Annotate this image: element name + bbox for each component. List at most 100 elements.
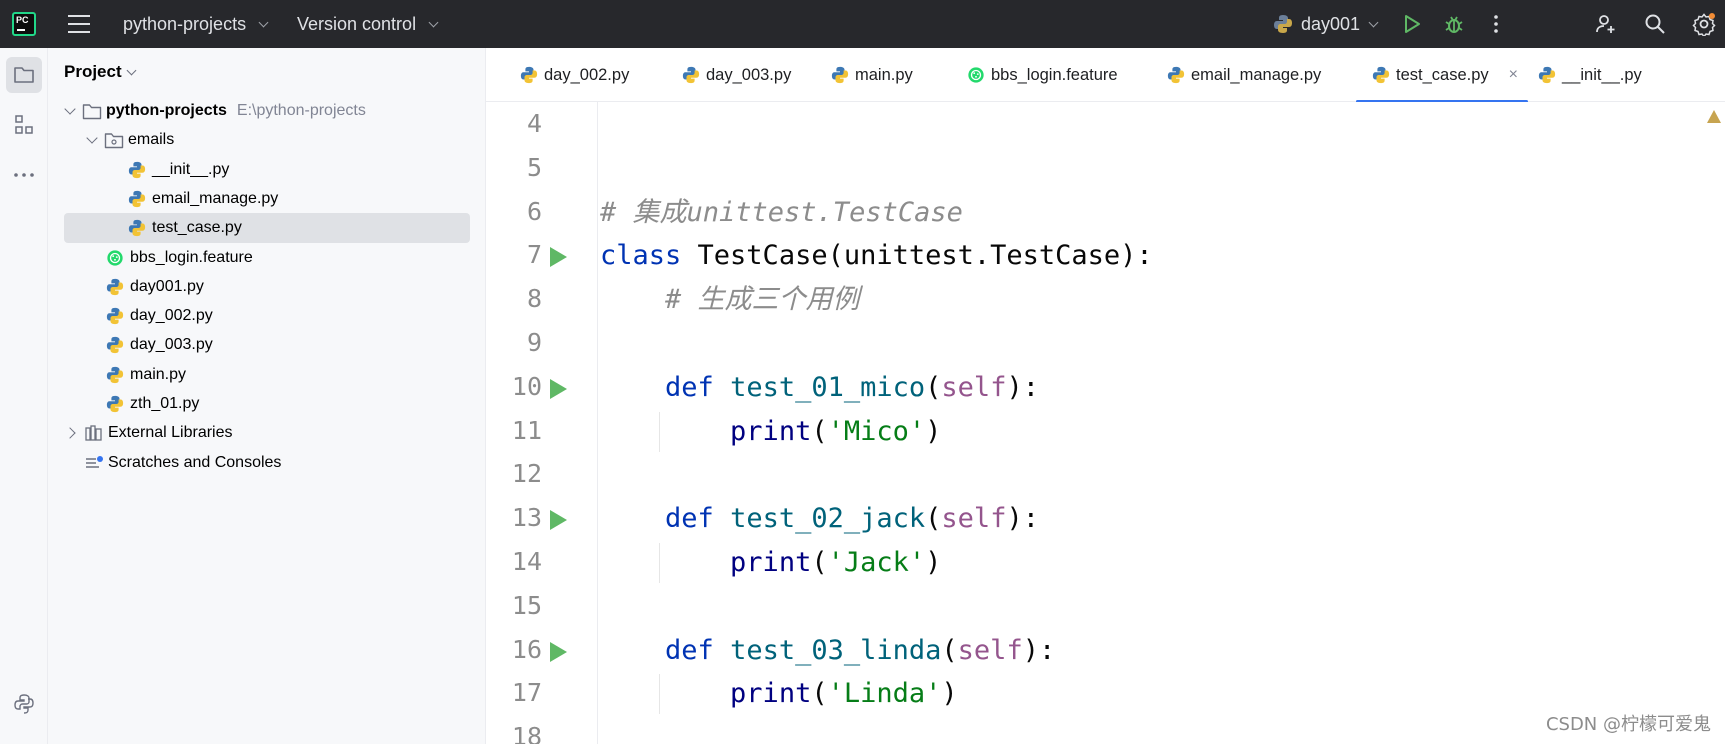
cucumber-feature-icon: [107, 249, 123, 266]
editor-tab[interactable]: email_manage.py: [1167, 48, 1321, 102]
editor-tab[interactable]: bbs_login.feature: [967, 48, 1118, 102]
run-test-gutter-icon[interactable]: [550, 247, 567, 268]
scratches-icon: [86, 455, 103, 468]
editor-tab[interactable]: main.py: [831, 48, 913, 102]
line-number: 12: [511, 459, 542, 489]
search-icon[interactable]: [1643, 12, 1667, 36]
tree-item[interactable]: bbs_login.feature: [48, 243, 486, 273]
editor-tab[interactable]: __init__.py: [1538, 48, 1642, 102]
tree-item-label: main.py: [130, 365, 187, 383]
run-config-selector[interactable]: day001: [1273, 0, 1379, 48]
run-test-gutter-icon[interactable]: [550, 378, 567, 399]
vcs-label: Version control: [297, 13, 417, 34]
tree-item-label: bbs_login.feature: [130, 248, 253, 266]
pycharm-logo-icon[interactable]: PC: [12, 12, 36, 36]
code-line[interactable]: def test_02_jack(self):: [600, 499, 1039, 539]
run-test-gutter-icon[interactable]: [550, 510, 567, 531]
line-number: 9: [526, 328, 542, 357]
tree-item[interactable]: day_003.py: [48, 330, 486, 360]
line-number: 17: [511, 678, 542, 708]
libraries-icon: [85, 425, 102, 441]
project-selector[interactable]: python-projects: [123, 0, 269, 48]
chevron-down-icon[interactable]: [86, 132, 98, 144]
editor-tabs: day_002.py day_003.py main.py bbs_login.fea…: [486, 48, 1725, 103]
code-line[interactable]: def test_03_linda(self):: [600, 631, 1055, 671]
code-line[interactable]: def test_01_mico(self):: [600, 368, 1039, 408]
editor-tab-label: main.py: [855, 65, 913, 84]
run-icon[interactable]: [1400, 12, 1424, 36]
settings-gear-icon[interactable]: [1692, 12, 1716, 36]
python-file-icon: [106, 278, 124, 295]
more-actions-icon[interactable]: [1484, 12, 1508, 36]
more-tool-windows-button[interactable]: [6, 157, 42, 193]
project-name: python-projects: [123, 13, 247, 34]
structure-tool-button[interactable]: [6, 107, 42, 143]
code-line[interactable]: print('Linda'): [600, 674, 958, 714]
tree-item[interactable]: main.py: [48, 360, 486, 390]
tree-item[interactable]: test_case.py: [48, 213, 486, 244]
tree-item[interactable]: day001.py: [48, 272, 486, 302]
editor-tab-label: test_case.py: [1396, 65, 1489, 84]
warning-icon[interactable]: [1707, 110, 1721, 123]
code-line[interactable]: print('Mico'): [600, 412, 941, 452]
indent-guide: [659, 674, 660, 715]
code-line[interactable]: # 生成三个用例: [600, 280, 860, 320]
tree-item[interactable]: zth_01.py: [48, 389, 486, 419]
tool-window-strip: [0, 48, 48, 744]
python-file-icon: [128, 161, 146, 178]
tree-item[interactable]: python-projects E:\python-projects: [48, 96, 486, 126]
tree-item-label: email_manage.py: [152, 189, 279, 207]
project-panel-header[interactable]: Project: [64, 62, 137, 82]
run-test-gutter-icon[interactable]: [550, 641, 567, 662]
indent-guide: [659, 543, 660, 583]
python-file-icon: [128, 190, 146, 207]
tree-item-label: External Libraries: [108, 424, 233, 442]
python-packages-button[interactable]: [6, 686, 42, 722]
python-file-icon: [682, 66, 700, 84]
line-number: 8: [526, 284, 542, 314]
debug-icon[interactable]: [1442, 12, 1466, 36]
editor-tab[interactable]: test_case.py ×: [1356, 48, 1528, 103]
line-number: 10: [511, 371, 542, 401]
code-line[interactable]: print('Jack'): [600, 543, 941, 583]
project-tool-button[interactable]: [6, 57, 42, 93]
add-user-icon[interactable]: [1594, 12, 1618, 36]
main-menu-icon[interactable]: [68, 15, 90, 33]
line-number: 4: [526, 109, 542, 138]
more-horizontal-icon: [14, 173, 34, 177]
line-number: 15: [511, 590, 542, 620]
line-number: 7: [526, 240, 542, 270]
structure-icon: [15, 115, 33, 134]
vcs-menu[interactable]: Version control: [297, 0, 439, 48]
tree-item-label: zth_01.py: [130, 395, 200, 412]
python-file-icon: [106, 307, 124, 325]
tree-item[interactable]: email_manage.py: [48, 184, 486, 214]
project-panel-title: Project: [64, 62, 122, 81]
tree-item[interactable]: External Libraries: [48, 418, 486, 448]
editor-tab-label: day_002.py: [544, 65, 630, 84]
tree-item-path: E:\python-projects: [236, 102, 366, 119]
tree-item[interactable]: Scratches and Consoles: [48, 448, 486, 478]
code-editor[interactable]: 4 5 6 # 集成unittest.TestCase 7 class TestCase(…: [486, 102, 1725, 744]
line-number: 16: [511, 634, 542, 664]
tree-item[interactable]: __init__.py: [48, 155, 486, 185]
chevron-down-icon[interactable]: [64, 102, 76, 115]
code-line[interactable]: class TestCase(unittest.TestCase):: [600, 236, 1153, 276]
editor-tab-label: email_manage.py: [1191, 65, 1322, 84]
tree-item-label: test_case.py: [152, 219, 242, 237]
editor-tab-label: bbs_login.feature: [991, 65, 1118, 84]
cucumber-feature-icon: [968, 67, 984, 83]
chevron-down-icon: [126, 65, 137, 75]
tree-item[interactable]: day_002.py: [48, 301, 486, 331]
python-file-icon: [106, 366, 124, 383]
close-tab-icon[interactable]: ×: [1509, 66, 1518, 84]
tree-item[interactable]: emails: [48, 125, 486, 155]
line-number: 11: [511, 415, 542, 445]
code-line[interactable]: # 集成unittest.TestCase: [600, 193, 963, 233]
editor-tab-label: __init__.py: [1562, 65, 1642, 84]
editor-tab[interactable]: day_003.py: [682, 48, 791, 102]
tree-item-label: day_003.py: [130, 336, 213, 354]
python-file-icon: [106, 395, 124, 413]
chevron-right-icon[interactable]: [64, 427, 76, 439]
editor-tab[interactable]: day_002.py: [520, 48, 629, 102]
